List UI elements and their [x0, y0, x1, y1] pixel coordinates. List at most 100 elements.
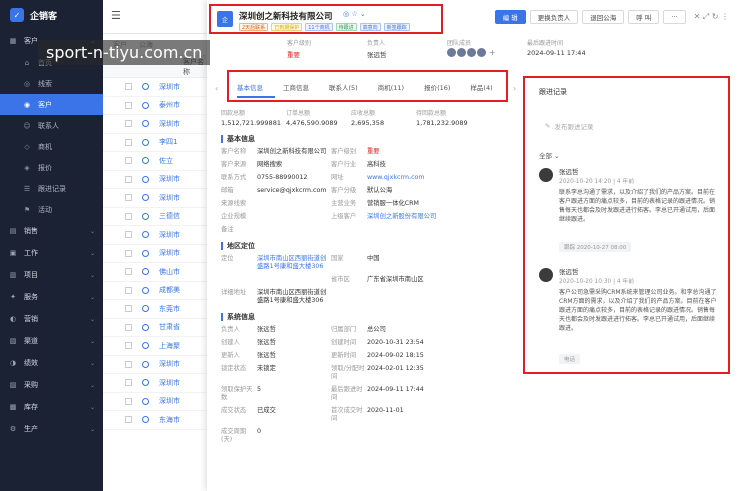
sidebar-item-project[interactable]: ▥ 项目 ⌄ — [0, 264, 103, 286]
edit-button[interactable]: 编 辑 — [494, 10, 526, 24]
sidebar-item-record[interactable]: ☰ 跟进记录 — [0, 178, 103, 199]
table-row[interactable]: 泰州市 — [103, 97, 207, 115]
info-icon[interactable] — [142, 231, 149, 239]
row-customer-name[interactable]: 佛山市 — [159, 267, 189, 277]
add-member-icon[interactable]: + — [489, 48, 496, 57]
sidebar-item-performance[interactable]: ◑ 绩效 ⌄ — [0, 352, 103, 374]
table-row[interactable]: 深圳市 — [103, 189, 207, 208]
table-row[interactable]: 深圳市 — [103, 171, 207, 189]
row-customer-name[interactable]: 深圳市 — [159, 193, 189, 203]
tab-next-icon[interactable]: › — [513, 84, 516, 93]
row-checkbox[interactable] — [125, 175, 132, 183]
row-checkbox[interactable] — [125, 360, 132, 368]
table-row[interactable]: 佛山市 — [103, 263, 207, 282]
row-customer-name[interactable]: 甘肃省 — [159, 322, 189, 332]
row-customer-name[interactable]: 泰州市 — [159, 100, 189, 110]
info-icon[interactable] — [142, 120, 149, 128]
window-controls[interactable]: ✕ ⤢ ↻ ⋮ — [694, 12, 729, 22]
info-icon[interactable] — [142, 286, 149, 294]
table-row[interactable]: 深圳市 — [103, 226, 207, 245]
sidebar-item-marketing[interactable]: ◐ 营销 ⌄ — [0, 308, 103, 330]
field-value[interactable]: 深圳创之新股份有限公司 — [367, 213, 436, 221]
field-value[interactable]: 深圳市南山区西丽街道创盛路1号康和盛大楼306 — [257, 255, 331, 271]
row-checkbox[interactable] — [125, 249, 132, 257]
field-value[interactable]: www.qjxkcrm.com — [367, 174, 425, 182]
table-row[interactable]: 东海市 — [103, 411, 207, 430]
row-customer-name[interactable]: 上海聚 — [159, 341, 189, 351]
row-checkbox[interactable] — [125, 379, 132, 387]
row-checkbox[interactable] — [125, 231, 132, 239]
info-icon[interactable] — [142, 342, 149, 350]
sidebar-item-work[interactable]: ▣ 工作 ⌄ — [0, 242, 103, 264]
info-icon[interactable] — [142, 323, 149, 331]
row-checkbox[interactable] — [125, 416, 132, 424]
table-row[interactable]: 深圳市 — [103, 356, 207, 374]
sidebar-item-lead[interactable]: ◎ 线索 — [0, 73, 103, 94]
table-row[interactable]: 深圳市 — [103, 393, 207, 411]
row-customer-name[interactable]: 深圳市 — [159, 396, 189, 406]
row-checkbox[interactable] — [125, 397, 132, 405]
row-checkbox[interactable] — [125, 323, 132, 331]
row-customer-name[interactable]: 深圳市 — [159, 359, 189, 369]
row-customer-name[interactable]: 东海市 — [159, 415, 189, 425]
row-checkbox[interactable] — [125, 194, 132, 202]
follow-filter[interactable]: 全部 ⌄ — [539, 150, 560, 160]
row-customer-name[interactable]: 深圳市 — [159, 248, 189, 258]
row-checkbox[interactable] — [125, 342, 132, 350]
info-icon[interactable] — [142, 157, 149, 165]
table-row[interactable]: 成都美 — [103, 282, 207, 300]
info-icon[interactable] — [142, 360, 149, 368]
info-icon[interactable] — [142, 101, 149, 109]
table-row[interactable]: 深圳市 — [103, 115, 207, 134]
info-icon[interactable] — [142, 175, 149, 183]
row-customer-name[interactable]: 深圳市 — [159, 174, 189, 184]
row-checkbox[interactable] — [125, 157, 132, 165]
info-icon[interactable] — [142, 397, 149, 405]
sidebar-item-opportunity[interactable]: ◇ 商机 — [0, 136, 103, 157]
row-customer-name[interactable]: 东莞市 — [159, 304, 189, 314]
table-row[interactable]: 深圳市 — [103, 374, 207, 393]
row-customer-name[interactable]: 深圳市 — [159, 230, 189, 240]
more-button[interactable]: ··· — [663, 10, 686, 24]
row-customer-name[interactable]: 深圳市 — [159, 82, 189, 92]
info-icon[interactable] — [142, 212, 149, 220]
sidebar-item-contact[interactable]: ☺ 联系人 — [0, 115, 103, 136]
tab-prev-icon[interactable]: ‹ — [215, 84, 218, 93]
row-customer-name[interactable]: 深圳市 — [159, 378, 189, 388]
row-customer-name[interactable]: 佐立 — [159, 156, 189, 166]
tab-quotes[interactable]: 报价(16) — [424, 82, 462, 98]
info-icon[interactable] — [142, 305, 149, 313]
row-checkbox[interactable] — [125, 286, 132, 294]
info-icon[interactable] — [142, 83, 149, 91]
row-checkbox[interactable] — [125, 138, 132, 146]
row-checkbox[interactable] — [125, 83, 132, 91]
info-icon[interactable] — [142, 268, 149, 276]
table-row[interactable]: 上海聚 — [103, 337, 207, 356]
row-checkbox[interactable] — [125, 268, 132, 276]
tab-samples[interactable]: 样品(4) — [470, 82, 504, 98]
info-icon[interactable] — [142, 249, 149, 257]
table-row[interactable]: 李四1 — [103, 134, 207, 152]
sidebar-item-activity[interactable]: ⚑ 活动 — [0, 199, 103, 220]
customer-status-icons[interactable]: ◎ ☆ ⌄ — [343, 10, 366, 18]
sidebar-item-purchase[interactable]: ▨ 采购 ⌄ — [0, 374, 103, 396]
row-customer-name[interactable]: 三德信 — [159, 211, 189, 221]
sidebar-item-production[interactable]: ⚙ 生产 ⌄ — [0, 418, 103, 440]
table-row[interactable]: 佐立 — [103, 152, 207, 171]
row-customer-name[interactable]: 成都美 — [159, 285, 189, 295]
info-icon[interactable] — [142, 416, 149, 424]
row-customer-name[interactable]: 深圳市 — [159, 119, 189, 129]
info-icon[interactable] — [142, 138, 149, 146]
return-pool-button[interactable]: 退回公海 — [582, 10, 625, 24]
tab-basic-info[interactable]: 基本信息 — [237, 82, 275, 98]
row-checkbox[interactable] — [125, 120, 132, 128]
sidebar-item-quote[interactable]: ◈ 报价 — [0, 157, 103, 178]
team-avatars[interactable]: + — [447, 48, 527, 57]
table-row[interactable]: 三德信 — [103, 208, 207, 226]
info-icon[interactable] — [142, 379, 149, 387]
tab-business-info[interactable]: 工商信息 — [283, 82, 321, 98]
sidebar-item-channel[interactable]: ▧ 渠道 ⌄ — [0, 330, 103, 352]
table-row[interactable]: 甘肃省 — [103, 319, 207, 337]
follow-input[interactable]: ✎ 发布跟进记录 — [537, 116, 715, 136]
sidebar-item-sales[interactable]: ▤ 销售 ⌄ — [0, 220, 103, 242]
